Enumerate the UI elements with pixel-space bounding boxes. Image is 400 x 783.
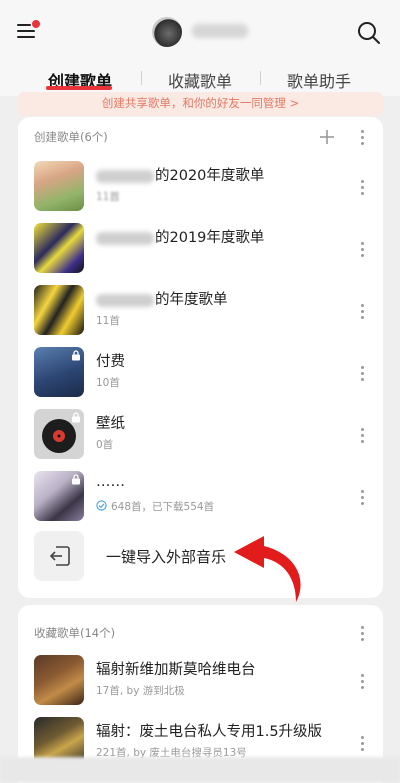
playlist-cover	[34, 223, 84, 273]
playlist-title: 的年度歌单	[96, 288, 228, 309]
playlist-count: 648首，已下载554首	[96, 499, 214, 514]
active-tab-indicator	[46, 86, 112, 90]
item-more-icon[interactable]	[360, 672, 366, 690]
red-arrow-annotation	[234, 536, 301, 602]
lock-icon	[72, 350, 80, 361]
lock-icon	[72, 474, 80, 485]
playlist-title: 辐射新维加斯莫哈维电台	[96, 662, 256, 678]
playlist-count: 11首	[96, 315, 120, 327]
item-more-icon[interactable]	[360, 178, 366, 196]
playlist-cover	[34, 655, 84, 705]
lock-icon	[72, 412, 80, 423]
playlist-count: 0首	[96, 439, 114, 451]
item-more-icon[interactable]	[360, 240, 366, 258]
mini-player-blurred[interactable]	[0, 757, 400, 783]
item-more-icon[interactable]	[360, 302, 366, 320]
playlist-title: 的2019年度歌单	[96, 226, 264, 247]
tab-collected-playlists[interactable]: 收藏歌单	[168, 68, 232, 92]
shared-playlist-banner[interactable]: 创建共享歌单，和你的好友一同管理 >	[18, 92, 383, 116]
playlist-meta: 17首, by 游到北极	[96, 685, 185, 697]
tab-bar: 创建歌单 收藏歌单 歌单助手	[0, 62, 400, 96]
playlist-cover	[34, 409, 84, 459]
list-item[interactable]: 的2019年度歌单	[18, 216, 383, 278]
item-more-icon[interactable]	[360, 426, 366, 444]
top-bar	[0, 0, 400, 62]
tab-playlist-assistant[interactable]: 歌单助手	[287, 68, 351, 92]
list-item[interactable]: 壁纸 0首	[18, 402, 383, 464]
list-item[interactable]: 的年度歌单 11首	[18, 278, 383, 340]
tab-divider	[141, 71, 142, 85]
add-playlist-icon[interactable]	[318, 128, 336, 146]
playlist-count: 11首	[96, 191, 120, 203]
created-section-title: 创建歌单(6个)	[34, 130, 108, 144]
downloaded-check-icon	[96, 500, 107, 511]
playlist-cover	[34, 285, 84, 335]
list-item[interactable]: …… 648首，已下载554首	[18, 464, 383, 526]
created-playlists-card: 创建歌单(6个) 的2020年度歌单 11首 的2019年度歌单 的年度歌单 1…	[18, 117, 383, 598]
item-more-icon[interactable]	[360, 734, 366, 752]
playlist-cover	[34, 161, 84, 211]
list-item[interactable]: 辐射新维加斯莫哈维电台 17首, by 游到北极	[18, 648, 383, 710]
playlist-title: 壁纸	[96, 416, 125, 432]
section-more-icon[interactable]	[360, 624, 366, 642]
item-more-icon[interactable]	[360, 488, 366, 506]
banner-text: 创建共享歌单，和你的好友一同管理 >	[101, 96, 300, 110]
username-blurred[interactable]	[192, 24, 248, 38]
list-item[interactable]: 的2020年度歌单 11首	[18, 154, 383, 216]
playlist-cover	[34, 347, 84, 397]
playlist-cover	[34, 471, 84, 521]
playlist-count: 10首	[96, 377, 120, 389]
tab-divider	[260, 71, 261, 85]
notification-dot	[32, 20, 40, 28]
section-more-icon[interactable]	[360, 128, 366, 146]
avatar[interactable]	[152, 17, 182, 47]
import-external-music-label: 一键导入外部音乐	[106, 548, 227, 566]
collected-section-title: 收藏歌单(14个)	[34, 626, 116, 640]
import-icon	[34, 531, 84, 581]
playlist-title: 付费	[96, 354, 125, 370]
playlist-title: 辐射：废土电台私人专用1.5升级版	[96, 724, 323, 740]
search-icon[interactable]	[356, 20, 382, 46]
list-item[interactable]: 付费 10首	[18, 340, 383, 402]
import-external-music-row[interactable]: 一键导入外部音乐	[18, 522, 383, 592]
playlist-title: ……	[96, 474, 125, 490]
item-more-icon[interactable]	[360, 364, 366, 382]
playlist-title: 的2020年度歌单	[96, 164, 264, 185]
